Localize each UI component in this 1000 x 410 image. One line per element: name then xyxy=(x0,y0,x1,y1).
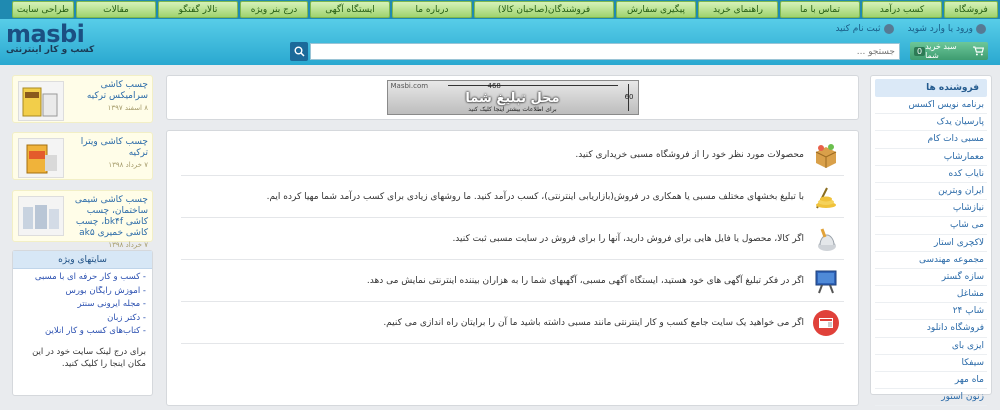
nav-tab-web-design[interactable]: طراحی سایت xyxy=(12,1,74,18)
user-icon xyxy=(976,24,986,34)
product-date: ۸ اسفند ۱۳۹۷ xyxy=(107,104,148,112)
seller-item[interactable]: پارسیان یدک xyxy=(875,114,987,132)
search-button[interactable] xyxy=(290,42,308,61)
seller-item[interactable]: ناياب كده xyxy=(875,166,987,183)
special-site-link[interactable]: - کتاب‌های کسب و کار آنلاین xyxy=(19,326,146,340)
banner-site: Masbi.com xyxy=(390,82,429,90)
coins-icon xyxy=(812,183,840,211)
cart-button[interactable]: سبد خرید شما 0 xyxy=(910,42,988,60)
seller-item[interactable]: ایزی بای xyxy=(875,338,987,355)
special-sites-list: - کسب و کار حرفه ای با مسبی - آموزش رایگ… xyxy=(13,269,152,343)
banner-width-line xyxy=(447,85,618,86)
product-title: چسب کاشی شیمی ساختمان، چسب کاشی bk۴f، چس… xyxy=(74,195,148,238)
site-logo[interactable]: masbi کسب و کار اینترنتی xyxy=(6,21,94,55)
seller-item[interactable]: مشاغل xyxy=(875,286,987,304)
banner-width: 468 xyxy=(487,82,501,90)
seller-item[interactable]: لاکچری استار xyxy=(875,235,987,252)
nav-tab-special-banner[interactable]: درج بنر ویژه xyxy=(240,1,308,18)
user-add-icon xyxy=(883,24,894,34)
banner-note: برای اطلاعات بیشتر اینجا کلیک کنید xyxy=(468,106,557,113)
info-text: اگر می خواهید یک سایت جامع کسب و کار این… xyxy=(383,317,804,328)
product-image xyxy=(18,81,64,121)
seller-item[interactable]: سازه گستر xyxy=(875,269,987,287)
nav-tab-contact[interactable]: تماس با ما xyxy=(780,1,860,18)
nav-tab-ad-station[interactable]: ایستگاه آگهی xyxy=(310,1,390,18)
cart-label: سبد خرید شما xyxy=(925,42,957,60)
info-row: با تبلیغ بخشهای مختلف مسبی یا همکاری در … xyxy=(181,176,844,218)
search-input[interactable] xyxy=(310,43,900,60)
info-text: اگر کالا، محصول یا فایل هایی برای فروش د… xyxy=(452,233,804,244)
shop-box-icon xyxy=(812,141,840,169)
seller-item[interactable]: نیازشاپ xyxy=(875,200,987,218)
seller-item[interactable]: ماه مهر xyxy=(875,372,987,390)
product-date: ۷ خرداد ۱۳۹۸ xyxy=(108,241,148,249)
seller-item[interactable]: ایران وبترین xyxy=(875,183,987,201)
seller-item[interactable]: زنون استور xyxy=(875,389,987,407)
cart-icon xyxy=(973,46,984,56)
cart-count: 0 xyxy=(914,46,926,56)
info-text: اگر در فکر تبلیغ آگهی های خود هستید، ایس… xyxy=(366,275,804,286)
product-title: چسب کاشی ویترا ترکیه xyxy=(80,137,148,158)
billboard-icon xyxy=(812,267,840,295)
seller-item[interactable]: مجموعه مهندسی xyxy=(875,252,987,269)
login-label: ورود یا وارد شوید xyxy=(907,24,974,34)
nav-tab-sellers[interactable]: فروشندگان(صاحبان کالا) xyxy=(474,1,614,18)
nav-tab-about[interactable]: درباره ما xyxy=(392,1,472,18)
product-upload-icon xyxy=(812,225,840,253)
seller-item[interactable]: سیفکا xyxy=(875,355,987,372)
nav-tab-articles[interactable]: مقالات xyxy=(76,1,156,18)
user-links: ورود یا وارد شوید ثبت نام کنید xyxy=(835,24,986,34)
info-panel: محصولات مورد نظر خود را از فروشگاه مسبی … xyxy=(166,130,859,406)
special-site-link[interactable]: - مجله ایرونی سنتر xyxy=(19,299,147,313)
nav-tab-track-order[interactable]: پیگیری سفارش xyxy=(616,1,696,18)
website-icon xyxy=(812,309,840,337)
product-date: ۷ خرداد ۱۳۹۸ xyxy=(108,161,148,169)
product-image xyxy=(18,196,64,236)
header: masbi کسب و کار اینترنتی ورود یا وارد شو… xyxy=(0,19,1000,65)
seller-item[interactable]: می شاپ xyxy=(875,217,987,235)
seller-item[interactable]: شاپ ۲۴ xyxy=(875,303,987,321)
logo-text: masbi xyxy=(6,20,85,48)
nav-tab-earn[interactable]: کسب درآمد xyxy=(862,1,942,18)
info-row: اگر کالا، محصول یا فایل هایی برای فروش د… xyxy=(181,218,844,260)
nav-tab-guide[interactable]: راهنمای خرید xyxy=(698,1,778,18)
banner-panel: Masbi.com 468 60 محل تبلیغ شما برای اطلا… xyxy=(166,75,859,120)
info-text: محصولات مورد نظر خود را از فروشگاه مسبی … xyxy=(575,149,804,160)
seller-item[interactable]: معمارشاپ xyxy=(875,149,987,166)
nav-tab-shop[interactable]: فروشگاه xyxy=(944,1,998,18)
product-title: چسب کاشی سرامیکس ترکیه xyxy=(86,80,148,101)
seller-item[interactable]: مسبی دات کام xyxy=(875,131,987,149)
product-card[interactable]: چسب کاشی سرامیکس ترکیه ۸ اسفند ۱۳۹۷ xyxy=(12,75,153,123)
search-icon xyxy=(294,46,305,57)
info-text: با تبلیغ بخشهای مختلف مسبی یا همکاری در … xyxy=(266,191,804,202)
register-label: ثبت نام کنید xyxy=(835,24,881,34)
seller-item[interactable]: فروشگاه دانلود xyxy=(875,320,987,338)
product-image xyxy=(18,138,64,178)
banner-title: محل تبلیغ شما xyxy=(465,91,560,106)
seller-item[interactable]: برنامه نویس اکسس xyxy=(875,97,987,115)
special-sites: سایتهای ویژه - کسب و کار حرفه ای با مسبی… xyxy=(12,250,153,396)
sellers-title: فروشنده ها xyxy=(875,79,987,97)
register-link[interactable]: ثبت نام کنید xyxy=(835,24,894,34)
product-card[interactable]: چسب کاشی شیمی ساختمان، چسب کاشی bk۴f، چس… xyxy=(12,190,153,249)
ad-banner[interactable]: Masbi.com 468 60 محل تبلیغ شما برای اطلا… xyxy=(386,80,639,115)
special-site-link[interactable]: - کسب و کار حرفه ای با مسبی xyxy=(19,272,146,286)
info-row: اگر در فکر تبلیغ آگهی های خود هستید، ایس… xyxy=(181,260,844,302)
special-sites-note[interactable]: برای درج لینک سایت خود در این مکان اینجا… xyxy=(13,343,152,373)
sellers-sidebar: فروشنده ها برنامه نویس اکسس پارسیان یدک … xyxy=(870,75,992,407)
product-card[interactable]: چسب کاشی ویترا ترکیه ۷ خرداد ۱۳۹۸ xyxy=(12,132,153,180)
logo-tagline: کسب و کار اینترنتی xyxy=(6,45,95,55)
nav-tab-forum[interactable]: تالار گفتگو xyxy=(158,1,238,18)
info-row: محصولات مورد نظر خود را از فروشگاه مسبی … xyxy=(181,134,844,176)
special-site-link[interactable]: - دکتر زبان xyxy=(19,313,146,327)
special-sites-title: سایتهای ویژه xyxy=(13,251,152,269)
special-site-link[interactable]: - آموزش رایگان بورس xyxy=(19,286,146,300)
login-link[interactable]: ورود یا وارد شوید xyxy=(907,24,986,34)
info-row: اگر می خواهید یک سایت جامع کسب و کار این… xyxy=(181,302,844,344)
top-nav: فروشگاه کسب درآمد تماس با ما راهنمای خری… xyxy=(0,0,1000,19)
